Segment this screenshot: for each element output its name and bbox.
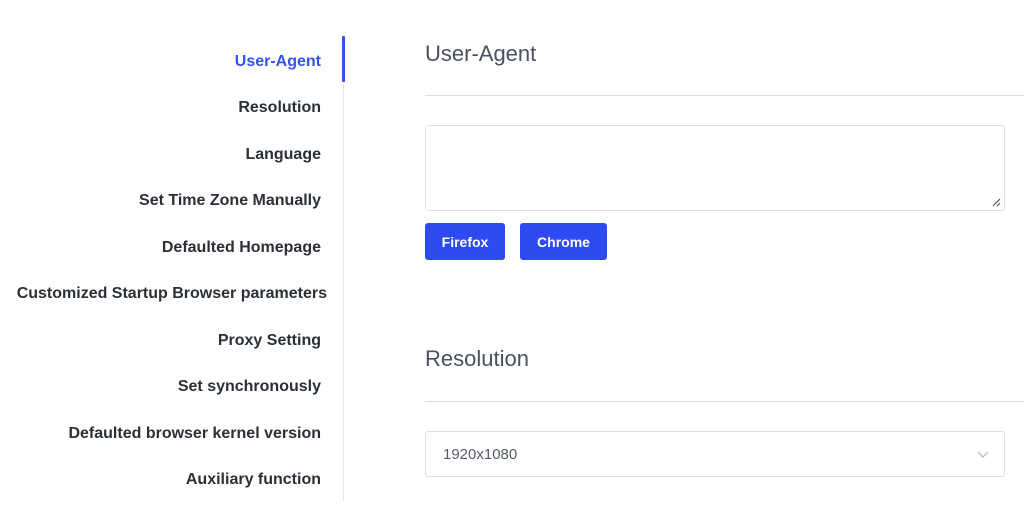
firefox-button[interactable]: Firefox: [425, 223, 505, 260]
resolution-heading: Resolution: [425, 346, 529, 371]
resolution-divider: [425, 401, 1024, 402]
sidebar-item-resolution[interactable]: Resolution: [238, 98, 321, 118]
sidebar-item-kernel-version[interactable]: Defaulted browser kernel version: [68, 424, 321, 444]
sidebar-item-language[interactable]: Language: [245, 145, 321, 165]
resize-handle-icon[interactable]: [992, 198, 1001, 207]
chrome-button[interactable]: Chrome: [520, 223, 607, 260]
settings-page: User-Agent Resolution Language Set Time …: [0, 0, 1024, 515]
user-agent-heading: User-Agent: [425, 41, 537, 66]
resolution-selected-value: 1920x1080: [443, 446, 518, 463]
user-agent-textarea[interactable]: [425, 125, 1005, 211]
sidebar-item-proxy-setting[interactable]: Proxy Setting: [218, 331, 321, 351]
sidebar-item-homepage[interactable]: Defaulted Homepage: [162, 238, 321, 258]
active-nav-indicator: [342, 36, 345, 82]
resolution-select[interactable]: 1920x1080: [425, 431, 1005, 477]
sidebar-item-startup-parameters[interactable]: Customized Startup Browser parameters: [17, 284, 327, 304]
sidebar-item-user-agent[interactable]: User-Agent: [235, 52, 321, 72]
settings-sidebar: User-Agent Resolution Language Set Time …: [0, 36, 345, 502]
sidebar-item-time-zone[interactable]: Set Time Zone Manually: [139, 191, 321, 211]
user-agent-divider: [425, 95, 1024, 96]
sidebar-item-auxiliary-function[interactable]: Auxiliary function: [186, 470, 321, 490]
sidebar-item-set-synchronously[interactable]: Set synchronously: [178, 377, 321, 397]
chevron-down-icon: [977, 451, 989, 458]
